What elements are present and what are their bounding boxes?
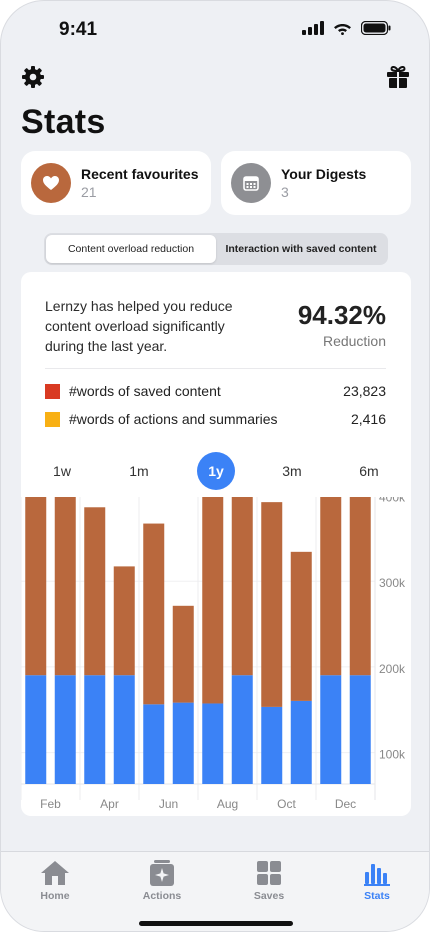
- your-digests-card[interactable]: Your Digests 3: [221, 151, 411, 215]
- chart-x-tick-label: Apr: [100, 797, 119, 811]
- reduction-description: Lernzy has helped you reduce content ove…: [45, 298, 233, 354]
- signal-icon: [302, 21, 324, 35]
- range-1w[interactable]: 1w: [43, 452, 81, 490]
- your-digests-count: 3: [281, 184, 289, 200]
- gear-icon[interactable]: [21, 65, 45, 89]
- chart-bar-segment: [290, 551, 312, 701]
- range-1y[interactable]: 1y: [197, 452, 235, 490]
- reduction-percent: 94.32%: [297, 300, 386, 330]
- recent-favourites-card[interactable]: Recent favourites 21: [21, 151, 211, 215]
- reduction-label: Reduction: [322, 333, 386, 349]
- page-title: Stats: [21, 103, 106, 141]
- segment-interaction[interactable]: Interaction with saved content: [216, 235, 386, 263]
- chart-x-tick-label: Jun: [159, 797, 178, 811]
- chart-bar-segment: [54, 497, 76, 676]
- chart-bar-segment: [349, 675, 371, 784]
- segmented-control: Content overload reduction Interaction w…: [44, 233, 388, 265]
- chart-bar-segment: [320, 675, 342, 784]
- tab-home-label: Home: [40, 890, 70, 902]
- stats-card: Lernzy has helped you reduce content ove…: [21, 272, 411, 816]
- chart-y-tick-label: 300k: [379, 576, 406, 590]
- chart-bar-segment: [54, 675, 76, 784]
- chart-x-tick-label: Aug: [217, 797, 238, 811]
- chart-y-tick-label: 200k: [379, 662, 406, 676]
- chart-bar-segment: [143, 523, 165, 705]
- chart-bar-segment: [202, 497, 224, 704]
- chart-bar-segment: [320, 497, 342, 676]
- legend-label-actions: #words of actions and summaries: [69, 411, 278, 427]
- chart-x-tick-label: Feb: [40, 797, 61, 811]
- range-1m[interactable]: 1m: [120, 452, 158, 490]
- battery-icon: [361, 21, 391, 35]
- tab-stats[interactable]: Stats: [342, 860, 412, 902]
- chart-bar-segment: [25, 497, 47, 676]
- chart-y-tick-label: 100k: [379, 748, 406, 762]
- chart-bar-segment: [231, 675, 253, 784]
- tab-saves-label: Saves: [253, 890, 285, 902]
- chart-bar-segment: [143, 704, 165, 784]
- status-time: 9:41: [59, 19, 98, 40]
- chart-bar-segment: [349, 497, 371, 676]
- chart-y-tick-label: 400k: [379, 497, 406, 505]
- calendar-icon: [243, 176, 259, 191]
- tab-actions-label: Actions: [142, 890, 182, 902]
- status-bar: 9:41: [1, 1, 429, 57]
- range-selector: 1w 1m 1y 3m 6m: [21, 452, 411, 490]
- wifi-icon: [334, 24, 351, 35]
- chart-bar-segment: [290, 700, 312, 784]
- range-3m[interactable]: 3m: [273, 452, 311, 490]
- legend-label-saved: #words of saved content: [69, 383, 221, 399]
- divider: [45, 368, 386, 369]
- chart-bar-segment: [202, 703, 224, 784]
- chart-x-tick-label: Dec: [335, 797, 356, 811]
- legend-swatch-saved: [45, 383, 60, 399]
- home-icon: [41, 861, 69, 885]
- home-indicator: [139, 921, 293, 926]
- status-icons: [302, 21, 391, 35]
- chart-bar-segment: [261, 502, 283, 707]
- chart-bar-segment: [172, 702, 194, 784]
- your-digests-title: Your Digests: [281, 166, 367, 182]
- sparkle-card-icon: [150, 860, 174, 886]
- bar-chart-icon: [364, 864, 390, 886]
- chart-bar-segment: [84, 507, 106, 676]
- chart-bar-segment: [84, 675, 106, 784]
- legend-swatch-actions: [45, 411, 60, 427]
- tab-home[interactable]: Home: [20, 860, 90, 902]
- chart-bar-segment: [25, 675, 47, 784]
- tab-stats-label: Stats: [364, 890, 390, 902]
- heart-icon-badge: [31, 163, 71, 203]
- calendar-icon-badge: [231, 163, 271, 203]
- segment-content-overload[interactable]: Content overload reduction: [46, 235, 216, 263]
- tab-actions[interactable]: Actions: [127, 860, 197, 902]
- gift-icon[interactable]: [387, 65, 409, 89]
- chart-bar-segment: [113, 566, 135, 676]
- chart-bar-segment: [172, 605, 194, 703]
- range-6m[interactable]: 6m: [350, 452, 388, 490]
- phone-frame: 9:41 Stats Recent favourites 21 Your Dig…: [0, 0, 430, 932]
- heart-icon: [43, 176, 59, 190]
- legend-value-saved: 23,823: [343, 383, 386, 399]
- grid-icon: [257, 861, 281, 885]
- header-actions: [21, 65, 409, 91]
- stacked-bar-chart: 100k 200k 300k 400k Feb Apr Jun Aug Oct Dec: [21, 497, 406, 811]
- chart-bar-segment: [261, 706, 283, 784]
- recent-favourites-title: Recent favourites: [81, 166, 199, 182]
- legend-row-actions: #words of actions and summaries 2,416: [45, 409, 386, 429]
- chart-bar-segment: [231, 497, 253, 676]
- tab-saves[interactable]: Saves: [234, 860, 304, 902]
- recent-favourites-count: 21: [81, 184, 97, 200]
- legend-value-actions: 2,416: [350, 411, 386, 427]
- chart-bar-segment: [113, 675, 135, 784]
- legend-row-saved: #words of saved content 23,823: [45, 381, 386, 401]
- tab-bar: Home Actions Saves Stats: [1, 851, 429, 931]
- chart-x-tick-label: Oct: [277, 797, 296, 811]
